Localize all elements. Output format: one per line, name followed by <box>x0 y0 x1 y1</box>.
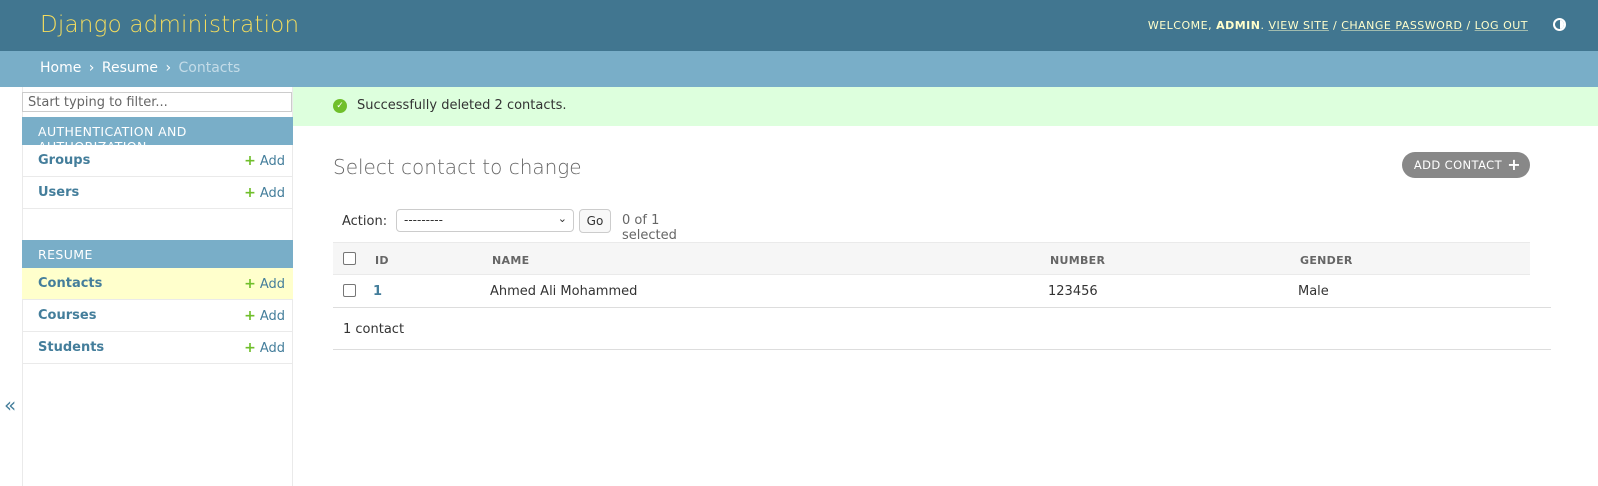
view-site-link[interactable]: VIEW SITE <box>1268 19 1329 32</box>
add-groups-button[interactable]: + Add <box>244 153 285 169</box>
theme-toggle-icon[interactable] <box>1553 18 1566 31</box>
go-button[interactable]: Go <box>579 209 611 233</box>
chevron-down-icon: ⌄ <box>557 212 567 225</box>
add-label: Add <box>259 186 285 201</box>
action-select-value: --------- <box>404 213 443 227</box>
cell-number: 123456 <box>1048 284 1098 299</box>
add-contact-button[interactable]: ADD CONTACT + <box>1401 152 1530 178</box>
sidebar-item-courses: Courses + Add <box>22 300 293 332</box>
breadcrumb-resume[interactable]: Resume <box>102 60 158 76</box>
site-header: Django administration WELCOME, ADMIN. VI… <box>0 0 1598 51</box>
add-label: Add <box>259 341 285 356</box>
sidebar-link-students[interactable]: Students <box>38 340 104 355</box>
plus-icon: + <box>244 308 256 324</box>
plus-icon: + <box>244 153 256 169</box>
breadcrumb: Home › Resume › Contacts <box>0 51 1598 87</box>
username: ADMIN <box>1216 19 1261 32</box>
module-caption-auth[interactable]: Authentication and Authorization <box>22 117 293 154</box>
sidebar-item-groups: Groups + Add <box>22 145 293 177</box>
sidebar-link-groups[interactable]: Groups <box>38 153 90 168</box>
change-password-link[interactable]: CHANGE PASSWORD <box>1341 19 1462 32</box>
add-label: Add <box>259 309 285 324</box>
add-label: Add <box>259 154 285 169</box>
module-caption-resume[interactable]: Resume <box>22 240 293 268</box>
page-title: Select contact to change <box>333 155 582 179</box>
log-out-link[interactable]: LOG OUT <box>1475 19 1528 32</box>
add-courses-button[interactable]: + Add <box>244 308 285 324</box>
breadcrumb-current: Contacts <box>178 60 241 76</box>
cell-name: Ahmed Ali Mohammed <box>490 284 638 299</box>
sidebar-item-users: Users + Add <box>22 177 293 209</box>
sidebar-link-users[interactable]: Users <box>38 185 79 200</box>
check-icon: ✓ <box>333 99 347 113</box>
sidebar-item-contacts: Contacts + Add <box>22 268 293 300</box>
user-tools: WELCOME, ADMIN. VIEW SITE / CHANGE PASSW… <box>1147 19 1528 32</box>
breadcrumb-home[interactable]: Home <box>40 60 81 76</box>
welcome-text: WELCOME, <box>1147 19 1213 32</box>
add-users-button[interactable]: + Add <box>244 185 285 201</box>
selected-count: 0 of 1 selected <box>622 213 677 243</box>
breadcrumb-separator: › <box>88 60 95 76</box>
column-header-id[interactable]: ID <box>375 254 389 267</box>
plus-icon: + <box>244 276 256 292</box>
row-checkbox[interactable] <box>343 284 356 297</box>
column-header-name[interactable]: NAME <box>492 254 529 267</box>
breadcrumb-separator: › <box>165 60 172 76</box>
add-label: Add <box>259 277 285 292</box>
plus-icon: + <box>244 340 256 356</box>
separator: / <box>1466 19 1471 32</box>
select-all-checkbox[interactable] <box>343 252 356 265</box>
table-header: ID NAME NUMBER GENDER <box>333 242 1530 275</box>
site-branding[interactable]: Django administration <box>40 12 299 38</box>
paginator: 1 contact <box>333 307 1551 350</box>
action-label: Action: <box>342 214 388 229</box>
column-header-number[interactable]: NUMBER <box>1050 254 1105 267</box>
message-text: Successfully deleted 2 contacts. <box>357 98 567 113</box>
sidebar-collapse-button[interactable]: « <box>4 393 16 417</box>
module-resume: Resume Contacts + Add Courses + Add Studen… <box>22 240 293 364</box>
result-table: ID NAME NUMBER GENDER 1 Ahmed Ali Mohamm… <box>333 242 1530 308</box>
row-link[interactable]: 1 <box>373 284 382 299</box>
column-header-gender[interactable]: GENDER <box>1300 254 1353 267</box>
sidebar-link-contacts[interactable]: Contacts <box>38 276 102 291</box>
add-students-button[interactable]: + Add <box>244 340 285 356</box>
nav-sidebar: Authentication and Authorization Groups … <box>22 87 293 486</box>
nav-filter-input[interactable] <box>22 92 292 112</box>
cell-id: 1 <box>373 284 382 299</box>
sidebar-link-courses[interactable]: Courses <box>38 308 96 323</box>
table-row: 1 Ahmed Ali Mohammed 123456 Male <box>333 275 1530 308</box>
add-contact-label: ADD CONTACT <box>1413 158 1502 172</box>
sidebar-item-students: Students + Add <box>22 332 293 364</box>
module-auth: Authentication and Authorization Groups … <box>22 117 293 209</box>
action-select[interactable]: --------- ⌄ <box>396 209 574 232</box>
plus-icon: + <box>244 185 256 201</box>
cell-gender: Male <box>1298 284 1329 299</box>
success-message: ✓ Successfully deleted 2 contacts. <box>293 87 1598 126</box>
add-contacts-button[interactable]: + Add <box>244 276 285 292</box>
plus-icon: + <box>1507 155 1521 174</box>
separator: / <box>1332 19 1338 32</box>
